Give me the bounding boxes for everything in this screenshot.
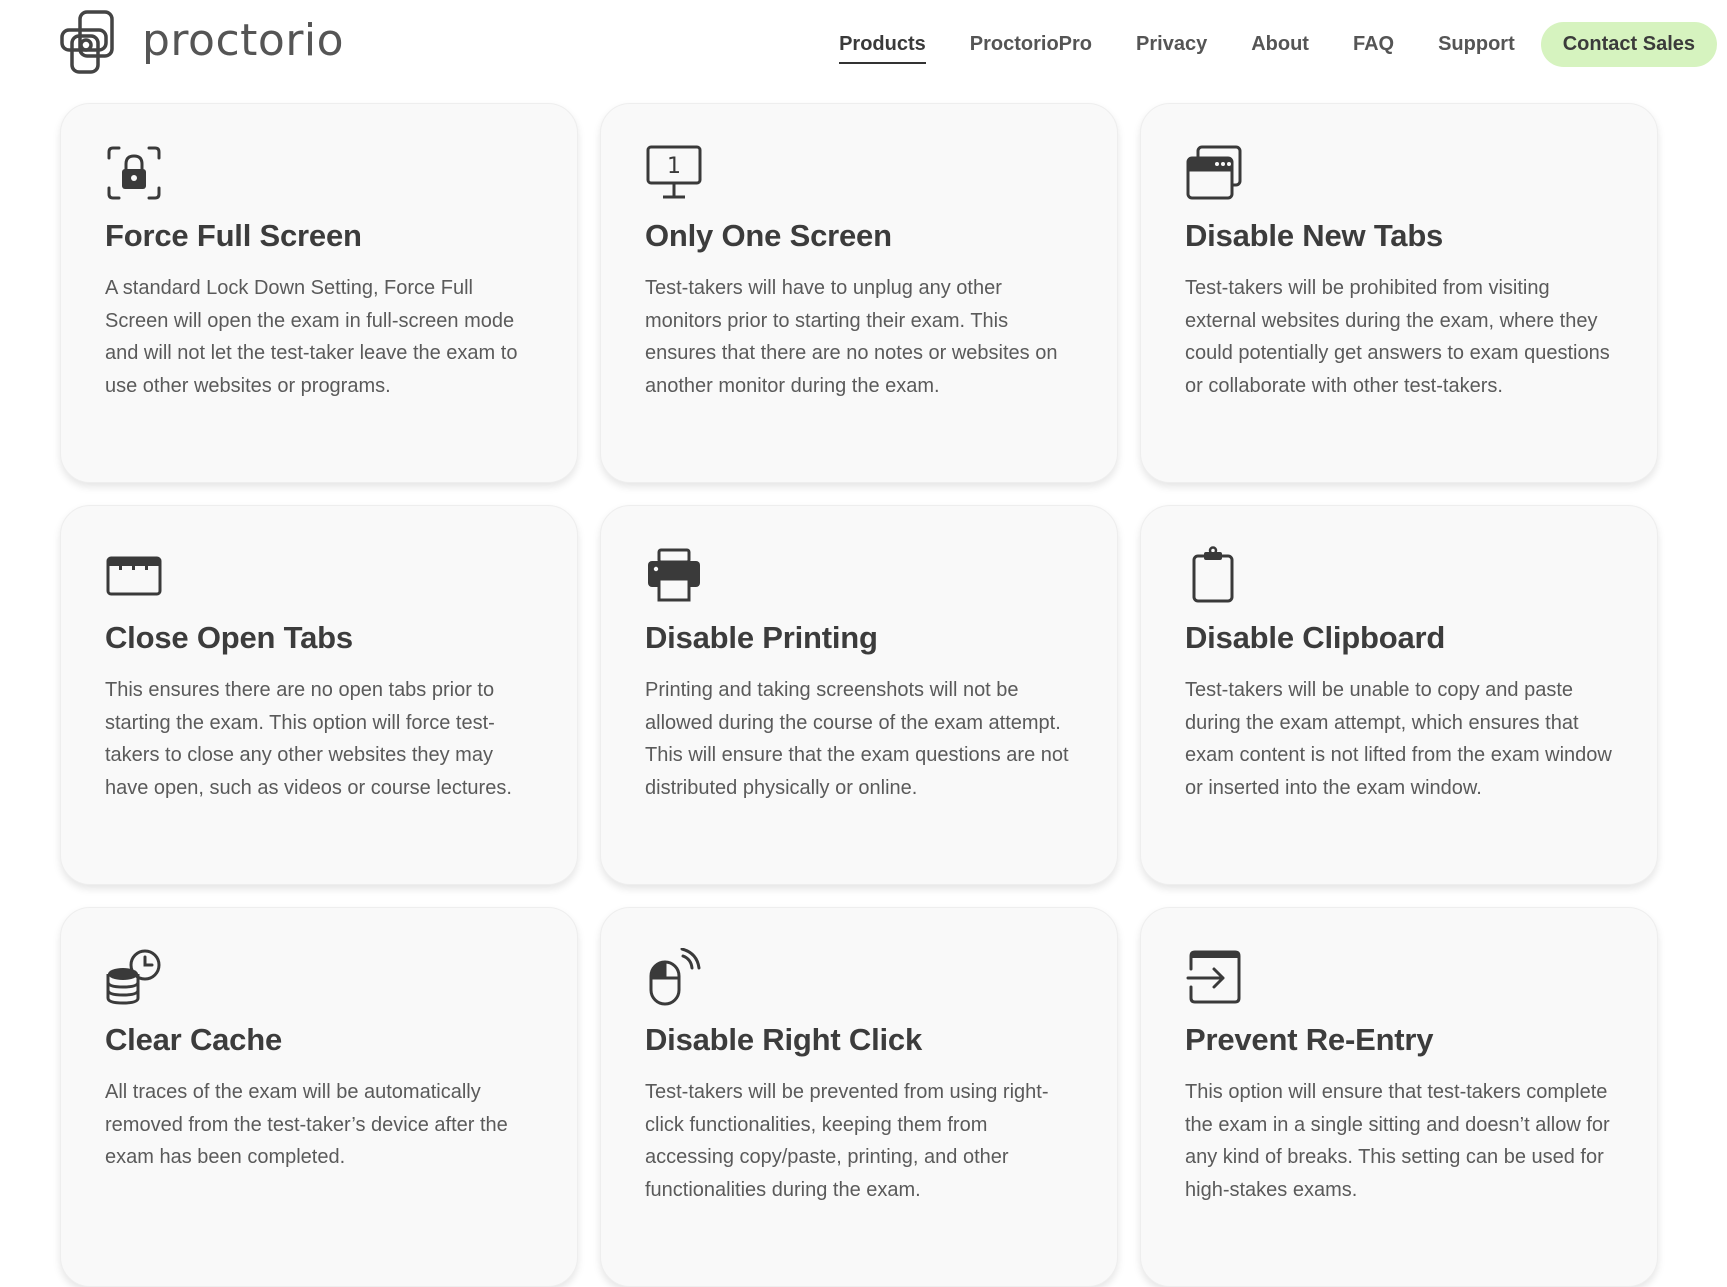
browser-windows-icon [1186, 145, 1242, 200]
browser-tabs-icon [106, 556, 162, 596]
card-description: This ensures there are no open tabs prio… [105, 679, 512, 800]
nav-faq[interactable]: FAQ [1353, 25, 1394, 64]
card-title: Disable New Tabs [1185, 218, 1444, 253]
single-monitor-icon: 1 [646, 145, 702, 199]
card-description: Test-takers will be unable to copy and p… [1185, 679, 1612, 800]
feature-card-close-open-tabs: Close Open Tabs This ensures there are n… [60, 505, 578, 885]
mouse-click-icon [649, 948, 701, 1006]
nav-support[interactable]: Support [1438, 25, 1515, 64]
main-nav: Products ProctorioPro Privacy About FAQ … [839, 22, 1717, 67]
printer-icon [648, 548, 700, 602]
lock-screen-icon [107, 146, 161, 200]
brand-name: proctorio [142, 14, 345, 66]
clipboard-icon [1192, 546, 1234, 603]
card-title: Only One Screen [645, 218, 892, 253]
feature-card-disable-right-click: Disable Right Click Test-takers will be … [600, 907, 1118, 1287]
nav-proctoriopro[interactable]: ProctorioPro [970, 25, 1092, 64]
card-title: Disable Right Click [645, 1022, 922, 1057]
nav-products[interactable]: Products [839, 25, 926, 64]
site-header: proctorio Products ProctorioPro Privacy … [0, 0, 1727, 90]
nav-about[interactable]: About [1251, 25, 1309, 64]
feature-card-clear-cache: Clear Cache All traces of the exam will … [60, 907, 578, 1287]
proctorio-logo-icon [60, 10, 114, 74]
database-clock-icon [106, 949, 161, 1005]
card-title: Close Open Tabs [105, 620, 353, 655]
card-title: Clear Cache [105, 1022, 283, 1057]
monitor-number-label: 1 [667, 154, 681, 179]
feature-card-disable-printing: Disable Printing Printing and taking scr… [600, 505, 1118, 885]
card-title: Prevent Re-Entry [1185, 1022, 1434, 1057]
feature-card-only-one-screen: 1 Only One Screen Test-takers will have … [600, 103, 1118, 483]
feature-card-disable-clipboard: Disable Clipboard Test-takers will be un… [1140, 505, 1658, 885]
card-title: Force Full Screen [105, 218, 362, 253]
card-description: All traces of the exam will be automatic… [105, 1081, 508, 1169]
brand-logo[interactable]: proctorio [58, 8, 344, 78]
card-description: Test-takers will be prohibited from visi… [1185, 277, 1610, 398]
card-title: Disable Printing [645, 620, 878, 655]
feature-card-disable-new-tabs: Disable New Tabs Test-takers will be pro… [1140, 103, 1658, 483]
nav-privacy[interactable]: Privacy [1136, 25, 1207, 64]
card-description: A standard Lock Down Setting, Force Full… [105, 277, 518, 398]
contact-sales-button[interactable]: Contact Sales [1540, 22, 1717, 67]
card-description: This option will ensure that test-takers… [1185, 1081, 1610, 1202]
card-description: Test-takers will have to unplug any othe… [645, 277, 1058, 398]
feature-grid: Force Full Screen A standard Lock Down S… [60, 103, 1658, 1287]
card-description: Test-takers will be prevented from using… [645, 1081, 1049, 1202]
feature-card-prevent-re-entry: Prevent Re-Entry This option will ensure… [1140, 907, 1658, 1287]
window-enter-icon [1186, 950, 1241, 1004]
feature-card-force-full-screen: Force Full Screen A standard Lock Down S… [60, 103, 578, 483]
card-description: Printing and taking screenshots will not… [645, 679, 1069, 800]
card-title: Disable Clipboard [1185, 620, 1446, 655]
